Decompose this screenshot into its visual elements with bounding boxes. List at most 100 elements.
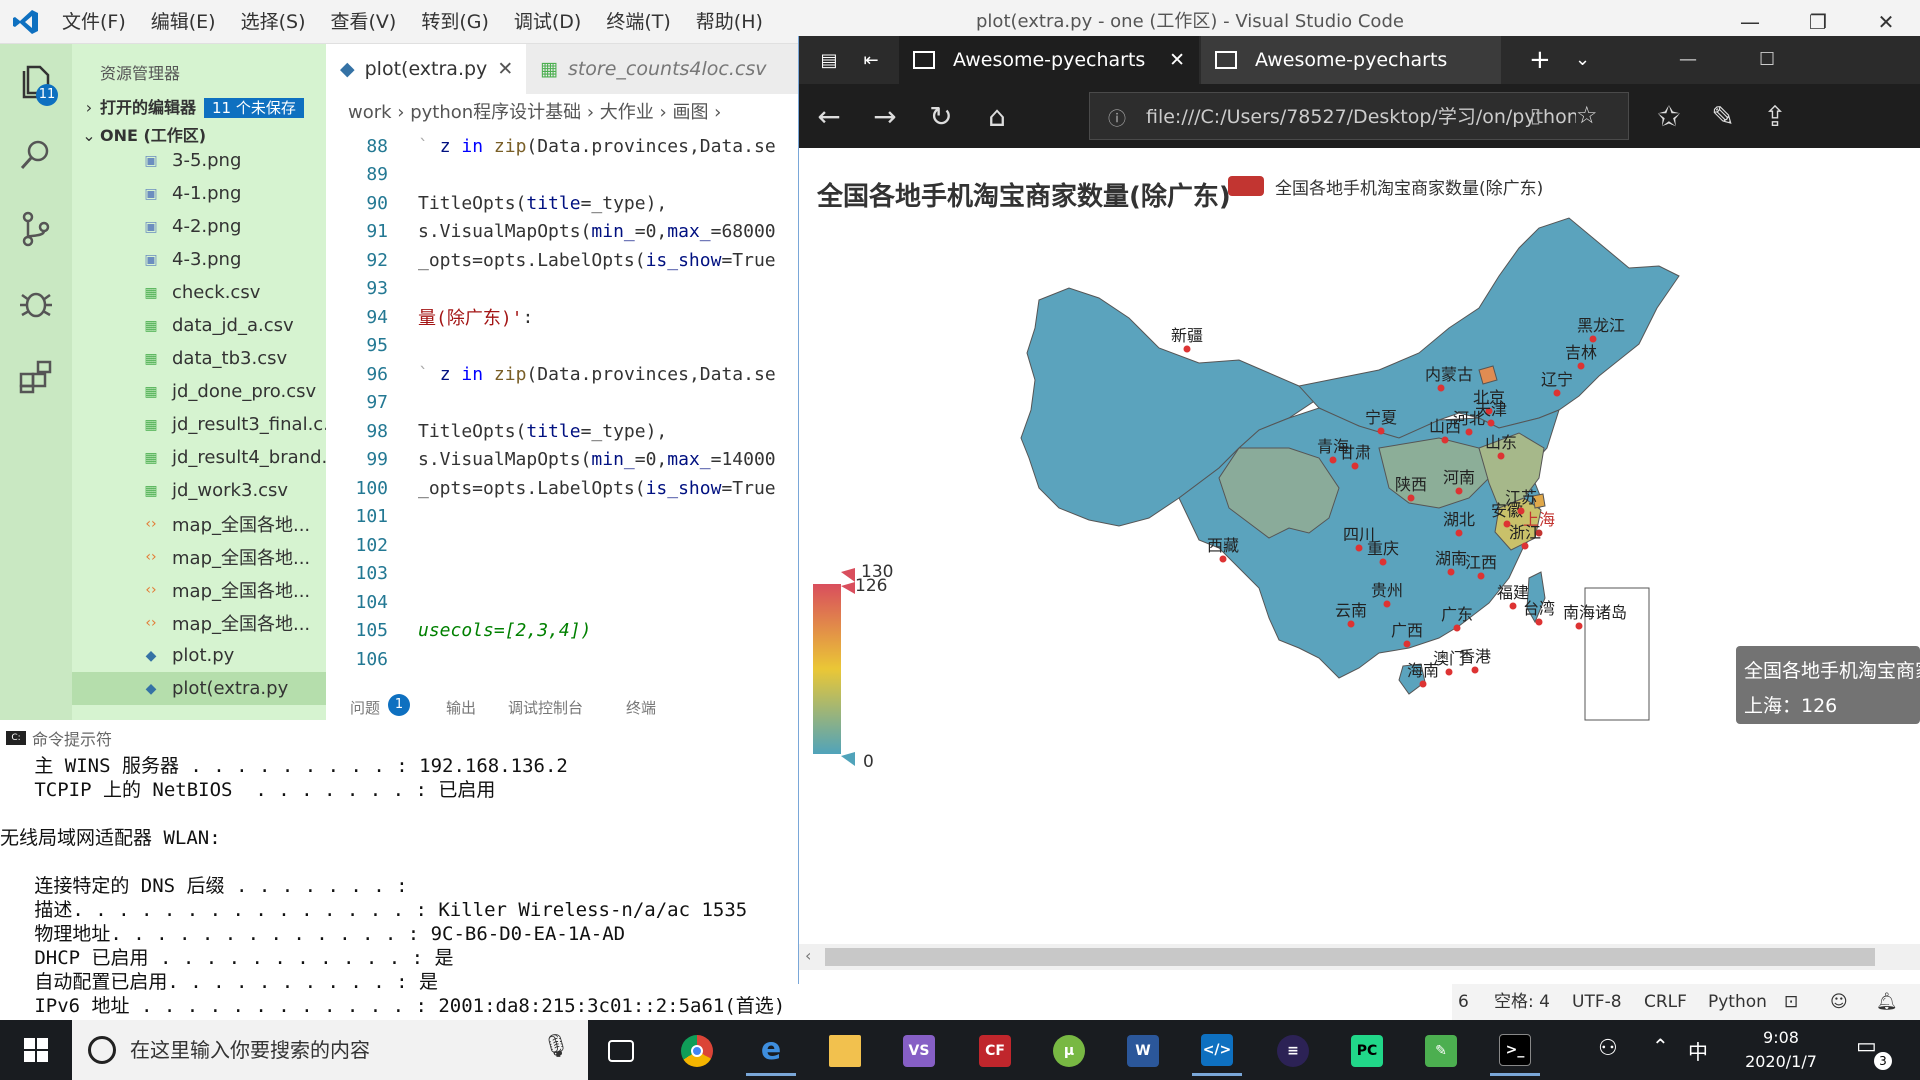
pycharm-icon[interactable]: PC [1342,1026,1392,1076]
map-region-label[interactable]: 广东 [1441,605,1473,624]
map-region-label[interactable]: 湖南 [1435,549,1467,568]
map-point[interactable] [1509,602,1517,610]
menu-item[interactable]: 终端(T) [606,0,670,44]
tray-chevron-up-icon[interactable]: ⌃ [1652,1034,1669,1058]
browser-tab[interactable]: Awesome-pyecharts [1201,36,1501,84]
map-point[interactable] [1407,494,1415,502]
back-icon[interactable]: ← [799,84,859,148]
status-eol[interactable]: CRLF [1644,984,1687,1020]
map-point[interactable] [1377,427,1385,435]
feedback-icon[interactable]: ☺ [1830,984,1848,1020]
codeforces-icon[interactable]: CF [970,1026,1020,1076]
tab-problems[interactable]: 问题 [350,697,380,718]
code-line[interactable]: 101 [326,503,798,532]
map-region-label[interactable]: 河南 [1443,468,1475,487]
menu-item[interactable]: 文件(F) [62,0,126,44]
source-control-icon[interactable] [0,192,72,266]
map-point[interactable] [1219,555,1227,563]
map-region-label[interactable]: 甘肃 [1339,443,1371,462]
favorites-list-icon[interactable]: ✩ [1639,84,1699,148]
map-point[interactable] [1419,680,1427,688]
map-point[interactable] [1455,487,1463,495]
map-region-label[interactable]: 黑龙江 [1577,316,1625,335]
map-region-label[interactable]: 台湾 [1523,599,1555,618]
map-region-label[interactable]: 陕西 [1395,475,1427,494]
favorite-star-icon[interactable]: ☆ [1576,101,1598,129]
address-bar[interactable]: ⓘ file:///C:/Users/78527/Desktop/学习/on/p… [1089,92,1629,140]
pen-icon[interactable]: ✎ [1693,84,1753,148]
code-line[interactable]: 104 [326,588,798,617]
visual-studio-icon[interactable]: VS [894,1026,944,1076]
map-region-label[interactable]: 澳门 [1433,649,1465,668]
map-region-label[interactable]: 吉林 [1565,343,1597,362]
file-item[interactable]: ▦ data_jd_a.csv [72,309,326,342]
ime-indicator[interactable]: 中 [1688,1036,1708,1065]
file-explorer-icon[interactable] [820,1026,870,1076]
map-region-label[interactable]: 西藏 [1207,536,1239,555]
close-tab-icon[interactable]: ✕ [1169,49,1185,71]
file-item[interactable]: ▦ jd_done_pro.csv [72,375,326,408]
minimize-icon[interactable]: — [1679,36,1697,84]
map-region-label[interactable]: 云南 [1335,601,1367,620]
taskbar-search[interactable]: 在这里输入你要搜索的内容 🎙︎ [72,1020,588,1080]
map-point[interactable] [1441,436,1449,444]
bell-icon[interactable]: 🔔︎ [1876,984,1898,1020]
cmd-taskbar-icon[interactable]: >_ [1490,1026,1540,1076]
code-line[interactable]: 106 [326,645,798,674]
map-point[interactable] [1575,622,1583,630]
browser-tab-active[interactable]: Awesome-pyecharts ✕ [899,36,1199,84]
file-item[interactable]: ▦ jd_work3.csv [72,474,326,507]
tab-debug-console[interactable]: 调试控制台 [508,697,583,718]
code-line[interactable]: 91 s.VisualMapOpts(min_ =0, max_ =68000 [326,218,798,247]
map-point[interactable] [1403,640,1411,648]
menu-item[interactable]: 编辑(E) [151,0,216,44]
map-point[interactable] [1455,529,1463,537]
map-region-label[interactable]: 江苏 [1505,488,1537,507]
terminal-icon[interactable]: ⊡ [1784,984,1798,1020]
code-line[interactable]: 89 [326,161,798,190]
file-item[interactable]: ‹› map_全国各地... [72,606,326,639]
map-point[interactable] [1521,542,1529,550]
debug-icon[interactable] [0,266,72,340]
file-item[interactable]: ◆ plot.py [72,639,326,672]
file-item[interactable]: ▣ 3-5.png [72,144,326,177]
tab-terminal[interactable]: 终端 [626,697,656,718]
reading-view-icon[interactable]: ▯ [1530,103,1541,127]
status-spaces[interactable]: 空格: 4 [1494,984,1550,1020]
code-line[interactable]: 95 [326,332,798,361]
map-point[interactable] [1589,335,1597,343]
map-point[interactable] [1383,600,1391,608]
code-line[interactable]: 105 usecols=[2,3,4]) [326,617,798,646]
map-region-label[interactable]: 宁夏 [1365,408,1397,427]
file-item[interactable]: ◆ plot(extra.py [72,672,326,705]
scroll-left-icon[interactable]: ‹ [805,946,811,965]
chrome-icon[interactable] [672,1026,722,1076]
chevron-down-icon[interactable]: ⌄ [1575,36,1590,84]
menu-item[interactable]: 转到(G) [421,0,489,44]
file-item[interactable]: ‹› map_全国各地... [72,573,326,606]
file-item[interactable]: ▣ 4-2.png [72,210,326,243]
vscode-taskbar-icon[interactable]: </> [1192,1026,1242,1076]
map-region-label[interactable]: 辽宁 [1541,370,1573,389]
map-region-label[interactable]: 浙江 [1509,523,1541,542]
file-item[interactable]: ▦ jd_result3_final.c... [72,408,326,441]
map-point[interactable] [1477,572,1485,580]
code-line[interactable]: 99 s.VisualMapOpts(min_ =0, max_ =14000 [326,446,798,475]
map-point[interactable] [1329,456,1337,464]
code-line[interactable]: 96 ` z in zip (Data.provinces,Data.se [326,360,798,389]
refresh-icon[interactable]: ↻ [911,84,971,148]
map-point[interactable] [1465,428,1473,436]
map-point[interactable] [1453,624,1461,632]
map-point[interactable] [1487,419,1495,427]
code-line[interactable]: 88 ` z in zip (Data.provinces,Data.se [326,132,798,161]
map-point[interactable] [1347,620,1355,628]
microphone-icon[interactable]: 🎙︎ [542,1034,570,1059]
tab-preview-icon[interactable]: ▤ [809,36,849,84]
tab-store-counts[interactable]: ▦ store_counts4loc.csv [526,44,798,94]
cmd-output[interactable]: 主 WINS 服务器 . . . . . . . . . : 192.168.1… [0,754,798,1018]
map-region-label[interactable]: 山西 [1429,417,1461,436]
china-map[interactable]: 新疆西藏青海甘肃宁夏内蒙古黑龙江吉林辽宁北京天津河北山西山东河南陕西四川重庆湖北… [799,148,1920,938]
tool-icon[interactable]: ✎ [1416,1026,1466,1076]
map-region-label[interactable]: 新疆 [1171,326,1203,345]
code-line[interactable]: 98 TitleOpts(title =_type), [326,417,798,446]
